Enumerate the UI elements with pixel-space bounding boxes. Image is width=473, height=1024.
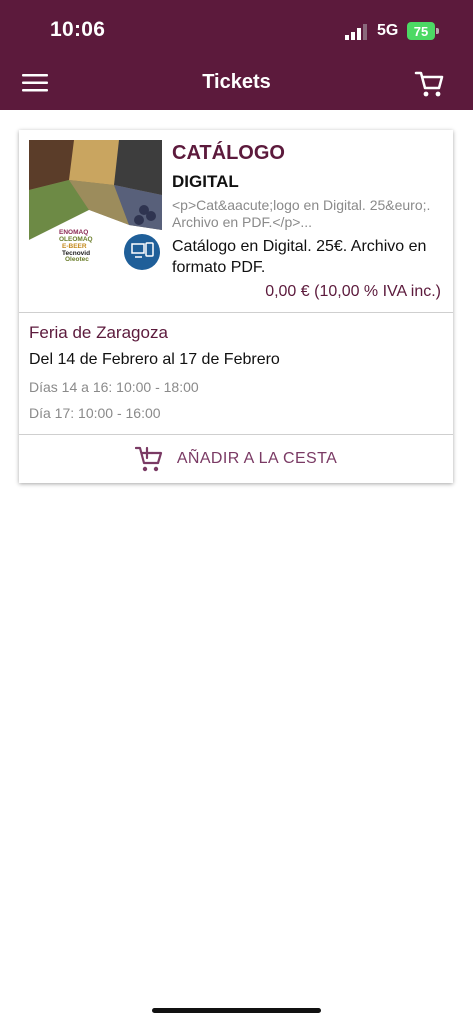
svg-text:Oleotec: Oleotec [65, 256, 89, 263]
status-time: 10:06 [50, 18, 106, 41]
product-price: 0,00 € (10,00 % IVA inc.) [265, 283, 441, 300]
event-dates: Del 14 de Febrero al 17 de Febrero [29, 351, 280, 368]
product-raw-description: <p>Cat&aacute;logo en Digital. 25&euro;.… [172, 197, 431, 230]
battery-icon: 75 [407, 22, 435, 40]
svg-text:E-BEER: E-BEER [62, 243, 87, 250]
battery-level: 75 [413, 23, 429, 39]
divider [19, 312, 453, 313]
add-to-cart-button[interactable]: AÑADIR A LA CESTA [19, 435, 453, 483]
add-to-cart-label: AÑADIR A LA CESTA [176, 450, 338, 467]
home-indicator[interactable] [152, 1008, 321, 1013]
event-hours-2: Día 17: 10:00 - 16:00 [29, 405, 161, 421]
shopping-cart-icon[interactable] [414, 70, 444, 98]
product-description: Catálogo en Digital. 25€. Archivo en for… [172, 238, 427, 276]
signal-icon [345, 24, 367, 40]
product-subtitle: DIGITAL [172, 172, 239, 191]
page-title: Tickets [202, 71, 271, 93]
network-label: 5G [377, 22, 399, 39]
svg-text:OLEOMAQ: OLEOMAQ [59, 236, 93, 243]
product-image[interactable]: ENOMAQ OLEOMAQ E-BEER Tecnovid Oleotec [29, 140, 162, 273]
product-card: ENOMAQ OLEOMAQ E-BEER Tecnovid Oleotec C… [19, 130, 453, 483]
event-hours-1: Días 14 a 16: 10:00 - 18:00 [29, 379, 199, 395]
battery-tip [436, 28, 439, 34]
event-venue: Feria de Zaragoza [29, 323, 168, 342]
app-header: 10:06 5G 75 Tickets [0, 0, 473, 110]
svg-text:ENOMAQ: ENOMAQ [59, 229, 88, 236]
add-to-cart-icon [134, 446, 162, 472]
product-title: CATÁLOGO [172, 142, 285, 164]
